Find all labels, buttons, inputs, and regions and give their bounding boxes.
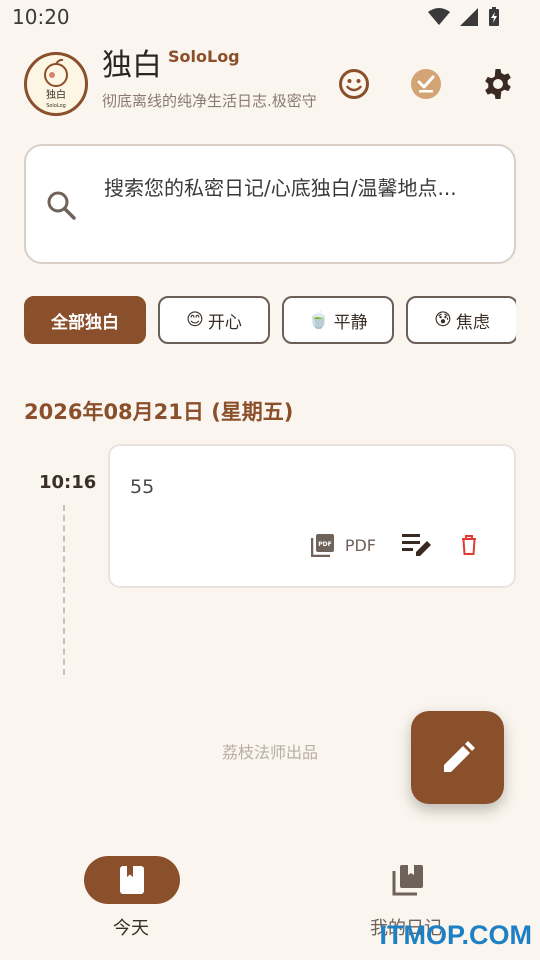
pencil-icon — [443, 740, 475, 772]
chip-label: 平静 — [333, 312, 368, 333]
edit-note-icon — [402, 534, 431, 556]
wifi-icon — [428, 8, 450, 25]
smile-icon — [339, 69, 369, 99]
mood-button[interactable] — [336, 66, 372, 102]
new-entry-fab[interactable] — [411, 711, 504, 804]
export-pdf-button[interactable]: PDF PDF — [310, 533, 376, 557]
signal-icon — [460, 8, 478, 26]
settings-button[interactable] — [480, 66, 516, 102]
entry-time: 10:16 — [39, 472, 97, 493]
gear-icon — [485, 69, 511, 99]
app-subtitle: SoloLog — [168, 47, 240, 66]
search-box[interactable]: 搜索您的私密日记/心底独白/温馨地点... — [24, 144, 516, 264]
filter-chip-anxious[interactable]: 😰 焦虑 — [406, 296, 516, 344]
logo-subtext: SoloLog — [46, 103, 66, 109]
status-bar: 10:20 — [0, 0, 540, 36]
apple-logo-icon: 独白 SoloLog — [44, 58, 68, 109]
timeline-line — [63, 505, 65, 675]
entry-text: 55 — [130, 476, 155, 498]
filter-chip-happy[interactable]: 😊 开心 — [158, 296, 270, 344]
app-title: 独白 — [102, 48, 162, 83]
search-icon — [47, 191, 76, 220]
app-screen: 10:20 独白 SoloLog 独白 SoloLog 彻底离线的纯净生活日志.… — [0, 0, 540, 960]
filter-chip-calm[interactable]: 🍵 平静 — [282, 296, 394, 344]
entry-actions: PDF PDF — [310, 530, 484, 560]
date-heading: 2026年08月21日 (星期五) — [24, 400, 294, 424]
pdf-label: PDF — [344, 535, 376, 555]
diary-entry-card[interactable]: 55 PDF PDF — [108, 444, 516, 588]
battery-icon — [489, 7, 499, 26]
filter-chip-all[interactable]: 全部独白 — [24, 296, 146, 344]
pdf-icon: PDF — [310, 534, 334, 557]
nav-diary-pill — [360, 856, 456, 904]
chip-emoji: 😊 — [186, 310, 204, 330]
library-icon — [392, 865, 423, 896]
nav-today-pill — [84, 856, 180, 904]
book-icon — [120, 866, 144, 894]
app-tagline: 彻底离线的纯净生活日志.极密守 — [102, 92, 317, 110]
app-logo: 独白 SoloLog — [24, 52, 88, 116]
mood-filter-chips: 全部独白 😊 开心 🍵 平静 😰 焦虑 — [24, 296, 516, 346]
status-icons — [428, 7, 500, 27]
chip-label: 焦虑 — [455, 312, 490, 333]
chip-emoji: 🍵 — [308, 310, 330, 330]
nav-today[interactable]: 今天 — [84, 856, 264, 946]
chip-label: 开心 — [207, 312, 242, 333]
chip-label: 全部独白 — [51, 312, 119, 333]
delete-entry-button[interactable] — [454, 530, 484, 560]
check-icon — [411, 69, 441, 99]
search-input[interactable]: 搜索您的私密日记/心底独白/温馨地点... — [104, 170, 464, 206]
nav-today-label: 今天 — [113, 918, 149, 939]
logo-text: 独白 — [46, 88, 66, 101]
status-time: 10:20 — [12, 5, 70, 29]
trash-icon — [462, 535, 476, 555]
svg-text:PDF: PDF — [318, 541, 331, 548]
edit-entry-button[interactable] — [402, 530, 432, 560]
watermark: ITMOP.COM — [379, 920, 532, 950]
tasks-button[interactable] — [408, 66, 444, 102]
chip-emoji: 😰 — [434, 310, 452, 330]
